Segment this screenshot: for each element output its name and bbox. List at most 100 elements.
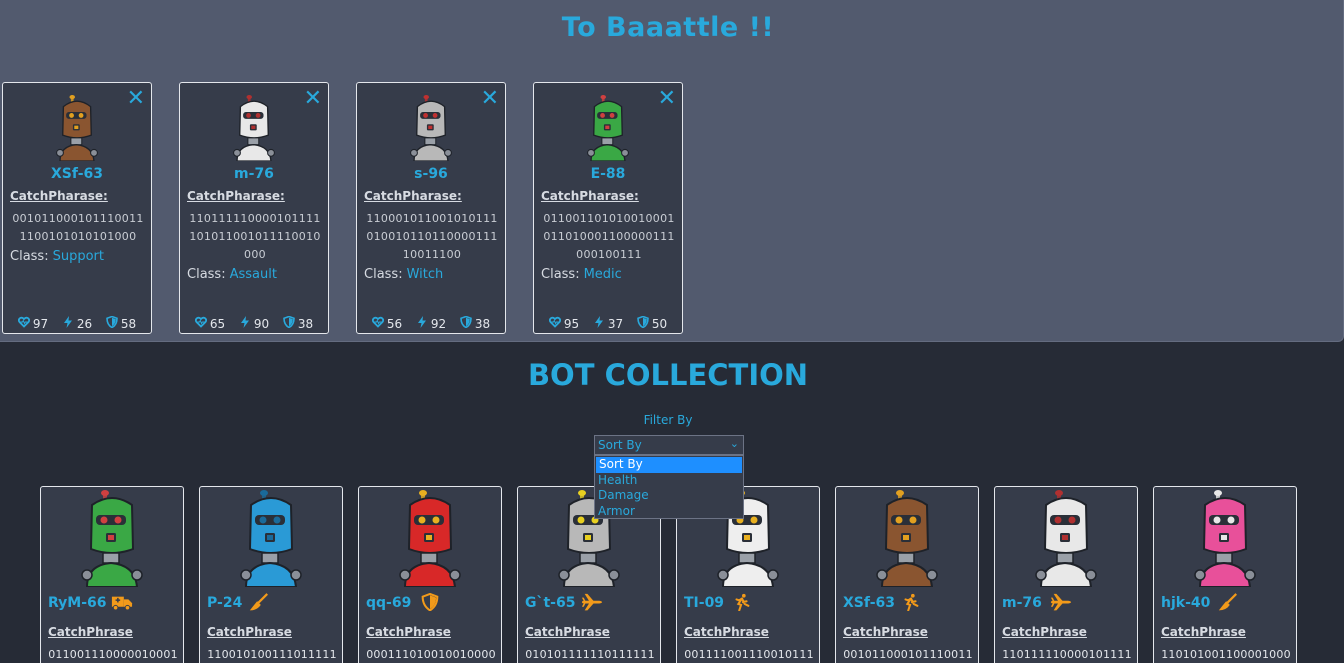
armor-stat: 58: [106, 315, 137, 331]
health-value: 56: [386, 316, 403, 331]
bot-avatar: [1031, 487, 1101, 588]
army-bot-card[interactable]: ✕ s-96 CatchPharase: 1100010110010101110…: [356, 82, 506, 334]
catchphrase-label: CatchPharase:: [10, 189, 108, 203]
ambulance-icon: [111, 593, 133, 613]
bot-catchphrase: 010101111110111111: [525, 648, 655, 661]
collection-bot-card[interactable]: P-24 CatchPhrase 110010100111011111: [199, 486, 343, 663]
sort-select-value: Sort By: [598, 438, 642, 452]
bot-stats: 65 90 38: [180, 315, 328, 331]
sort-select[interactable]: Sort By ⌄: [594, 435, 744, 455]
bot-avatar: [226, 93, 282, 162]
bot-catchphrase: 001111001110010111: [684, 648, 814, 661]
sort-option[interactable]: Armor: [595, 504, 743, 520]
bot-name: TI-09: [684, 595, 725, 611]
bot-class: Class: Witch: [364, 267, 443, 282]
shield-icon: [637, 315, 649, 331]
armor-value: 50: [651, 316, 668, 331]
catchphrase-label: CatchPhrase: [48, 625, 133, 639]
catchphrase-label: CatchPhrase: [366, 625, 451, 639]
bolt-icon: [62, 316, 74, 331]
health-stat: 65: [194, 316, 225, 331]
catchphrase-label: CatchPharase:: [364, 189, 462, 203]
damage-value: 90: [253, 316, 270, 331]
army-bot-card[interactable]: ✕ E-88 CatchPharase: 0110011010100100010…: [533, 82, 683, 334]
bot-name: hjk-40: [1161, 595, 1211, 611]
armor-value: 38: [474, 316, 491, 331]
broom-icon: [1217, 593, 1239, 613]
catchphrase-label: CatchPhrase: [207, 625, 292, 639]
collection-bot-card[interactable]: XSf-63 CatchPhrase 001011000101110011: [835, 486, 979, 663]
army-bot-card[interactable]: ✕ m-76 CatchPharase: 1101111100001011111…: [179, 82, 329, 334]
catchphrase-label: CatchPhrase: [684, 625, 769, 639]
bot-avatar: [77, 487, 147, 588]
catchphrase-label: CatchPhrase: [1161, 625, 1246, 639]
bot-avatar: [49, 93, 105, 162]
bot-name: XSf-63: [50, 166, 103, 182]
bot-name: G`t-65: [525, 595, 576, 611]
heart-icon: [371, 316, 384, 331]
bot-stats: 97 26 58: [3, 315, 151, 331]
bot-catchphrase: 011001110000010001: [48, 648, 178, 661]
armor-value: 58: [120, 316, 137, 331]
health-stat: 56: [371, 316, 403, 331]
heart-icon: [17, 316, 30, 331]
class-value: Support: [52, 249, 104, 264]
close-icon[interactable]: ✕: [481, 87, 499, 111]
catchphrase-label: CatchPharase:: [187, 189, 285, 203]
bot-catchphrase: 0110011010100100010110100011000001110001…: [543, 212, 675, 261]
bot-name: RyM-66: [48, 595, 107, 611]
catchphrase-label: CatchPhrase: [843, 625, 928, 639]
bot-name: XSf-63: [843, 595, 896, 611]
damage-value: 26: [76, 316, 93, 331]
damage-value: 37: [607, 316, 624, 331]
bot-catchphrase: 000111010010010000: [366, 648, 496, 661]
bot-class: Class: Support: [10, 249, 104, 264]
sort-option[interactable]: Sort By: [596, 457, 742, 473]
filter-label: Filter By: [643, 413, 693, 427]
army-bot-card[interactable]: ✕ XSf-63 CatchPharase: 00101100010111001…: [2, 82, 152, 334]
bot-class: Class: Assault: [187, 267, 277, 282]
bot-avatar: [395, 487, 465, 588]
class-value: Medic: [583, 267, 622, 282]
runner-icon: [900, 593, 922, 613]
catchphrase-label: CatchPhrase: [1002, 625, 1087, 639]
bot-name: s-96: [414, 166, 448, 182]
shield-icon: [460, 315, 472, 331]
close-icon[interactable]: ✕: [658, 87, 676, 111]
bot-catchphrase: 110010100111011111: [207, 648, 337, 661]
sort-option[interactable]: Health: [595, 473, 743, 489]
sort-option[interactable]: Damage: [595, 488, 743, 504]
close-icon[interactable]: ✕: [304, 87, 322, 111]
bot-avatar: [236, 487, 306, 588]
bot-catchphrase: 110101001100001000: [1161, 648, 1291, 661]
catchphrase-label: CatchPharase:: [541, 189, 639, 203]
bot-class: Class: Medic: [541, 267, 622, 282]
bot-name: E-88: [590, 166, 626, 182]
bot-catchphrase: 1100010110010101110100101101100001111001…: [366, 212, 498, 261]
health-stat: 97: [17, 316, 49, 331]
army-title: To Baaattle !!: [561, 12, 775, 43]
close-icon[interactable]: ✕: [127, 87, 145, 111]
bot-stats: 56 92 38: [357, 315, 505, 331]
shield-icon: [106, 315, 118, 331]
chevron-down-icon: ⌄: [729, 437, 739, 450]
heart-icon: [194, 316, 207, 331]
bot-avatar: [580, 93, 636, 162]
class-label: Class:: [541, 267, 580, 282]
class-label: Class:: [187, 267, 226, 282]
damage-value: 92: [430, 316, 447, 331]
collection-bot-card[interactable]: qq-69 CatchPhrase 000111010010010000: [358, 486, 502, 663]
heart-icon: [548, 316, 561, 331]
health-value: 97: [32, 316, 49, 331]
shield-icon: [419, 592, 441, 613]
armor-stat: 50: [637, 315, 668, 331]
collection-bot-card[interactable]: RyM-66 CatchPhrase 011001110000010001: [40, 486, 184, 663]
bolt-icon: [416, 316, 428, 331]
bot-name: m-76: [234, 166, 274, 182]
bot-catchphrase: 110111110000101111101011001011110010000: [189, 212, 321, 261]
class-label: Class:: [10, 249, 49, 264]
health-value: 95: [563, 316, 580, 331]
collection-bot-card[interactable]: hjk-40 CatchPhrase 110101001100001000: [1153, 486, 1297, 663]
shield-icon: [283, 315, 295, 331]
collection-bot-card[interactable]: m-76 CatchPhrase 110111110000101111: [994, 486, 1138, 663]
